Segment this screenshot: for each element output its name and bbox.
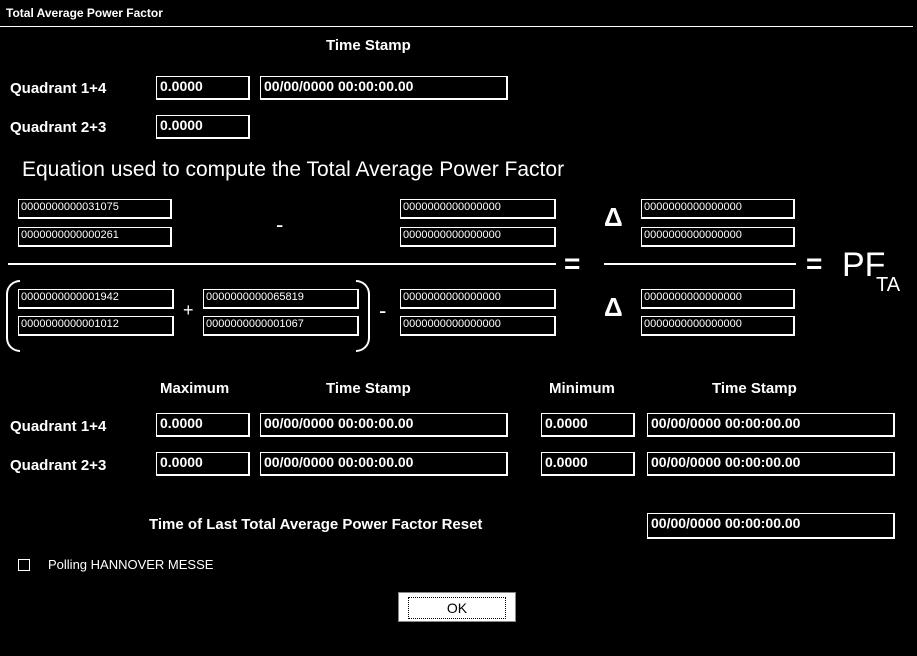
delta-symbol-2: Δ [604,292,623,322]
min-time-stamp-header: Time Stamp [712,380,797,397]
minus-operator-2: - [379,298,387,323]
minimum-header: Minimum [549,380,615,397]
fraction-bar-right [604,263,796,265]
ok-button-label: OK [407,597,507,619]
delta-symbol: Δ [604,202,623,232]
q23-min-time-field[interactable]: 00/00/0000 00:00:00.00 [647,452,895,476]
num-left-1-field[interactable]: 0000000000031075 [18,199,172,219]
equals-sign-2: = [806,248,823,279]
q23-value-field[interactable]: 0.0000 [156,115,250,139]
maximum-header: Maximum [160,380,230,397]
q23-label: Quadrant 2+3 [10,119,107,136]
equals-sign-1: = [564,248,581,279]
q14-min-time-field[interactable]: 00/00/0000 00:00:00.00 [647,413,895,437]
den-a-2-field[interactable]: 0000000000001012 [18,316,174,336]
time-stamp-header: Time Stamp [326,37,411,54]
reset-label: Time of Last Total Average Power Factor … [149,516,483,533]
num-mid-2-field[interactable]: 0000000000000000 [400,227,556,247]
fraction-bar-left [8,263,556,265]
q14-time-field[interactable]: 00/00/0000 00:00:00.00 [260,76,508,100]
reset-time-field[interactable]: 00/00/0000 00:00:00.00 [647,513,895,539]
plus-operator: + [183,300,194,320]
den-right-1-field[interactable]: 0000000000000000 [641,289,795,309]
den-a-1-field[interactable]: 0000000000001942 [18,289,174,309]
q14-max-field[interactable]: 0.0000 [156,413,250,437]
title-divider [0,26,913,27]
num-left-2-field[interactable]: 0000000000000261 [18,227,172,247]
right-parenthesis [356,280,370,352]
q14-min-field[interactable]: 0.0000 [541,413,635,437]
den-right-2-field[interactable]: 0000000000000000 [641,316,795,336]
num-right-1-field[interactable]: 0000000000000000 [641,199,795,219]
den-mid-2-field[interactable]: 0000000000000000 [400,316,556,336]
equation-title: Equation used to compute the Total Avera… [22,158,565,181]
q23-min-field[interactable]: 0.0000 [541,452,635,476]
result-subscript: TA [876,274,901,296]
extremes-q23-label: Quadrant 2+3 [10,457,107,474]
q14-max-time-field[interactable]: 00/00/0000 00:00:00.00 [260,413,508,437]
num-mid-1-field[interactable]: 0000000000000000 [400,199,556,219]
den-b-1-field[interactable]: 0000000000065819 [203,289,359,309]
window-title: Total Average Power Factor [6,6,163,20]
q23-max-field[interactable]: 0.0000 [156,452,250,476]
max-time-stamp-header: Time Stamp [326,380,411,397]
q14-label: Quadrant 1+4 [10,80,107,97]
den-mid-1-field[interactable]: 0000000000000000 [400,289,556,309]
q23-max-time-field[interactable]: 00/00/0000 00:00:00.00 [260,452,508,476]
den-b-2-field[interactable]: 0000000000001067 [203,316,359,336]
num-right-2-field[interactable]: 0000000000000000 [641,227,795,247]
extremes-q14-label: Quadrant 1+4 [10,418,107,435]
q14-value-field[interactable]: 0.0000 [156,76,250,100]
polling-label: Polling HANNOVER MESSE [48,557,214,572]
polling-checkbox[interactable] [18,559,30,571]
minus-operator: - [276,212,284,237]
ok-button[interactable]: OK [398,592,516,622]
